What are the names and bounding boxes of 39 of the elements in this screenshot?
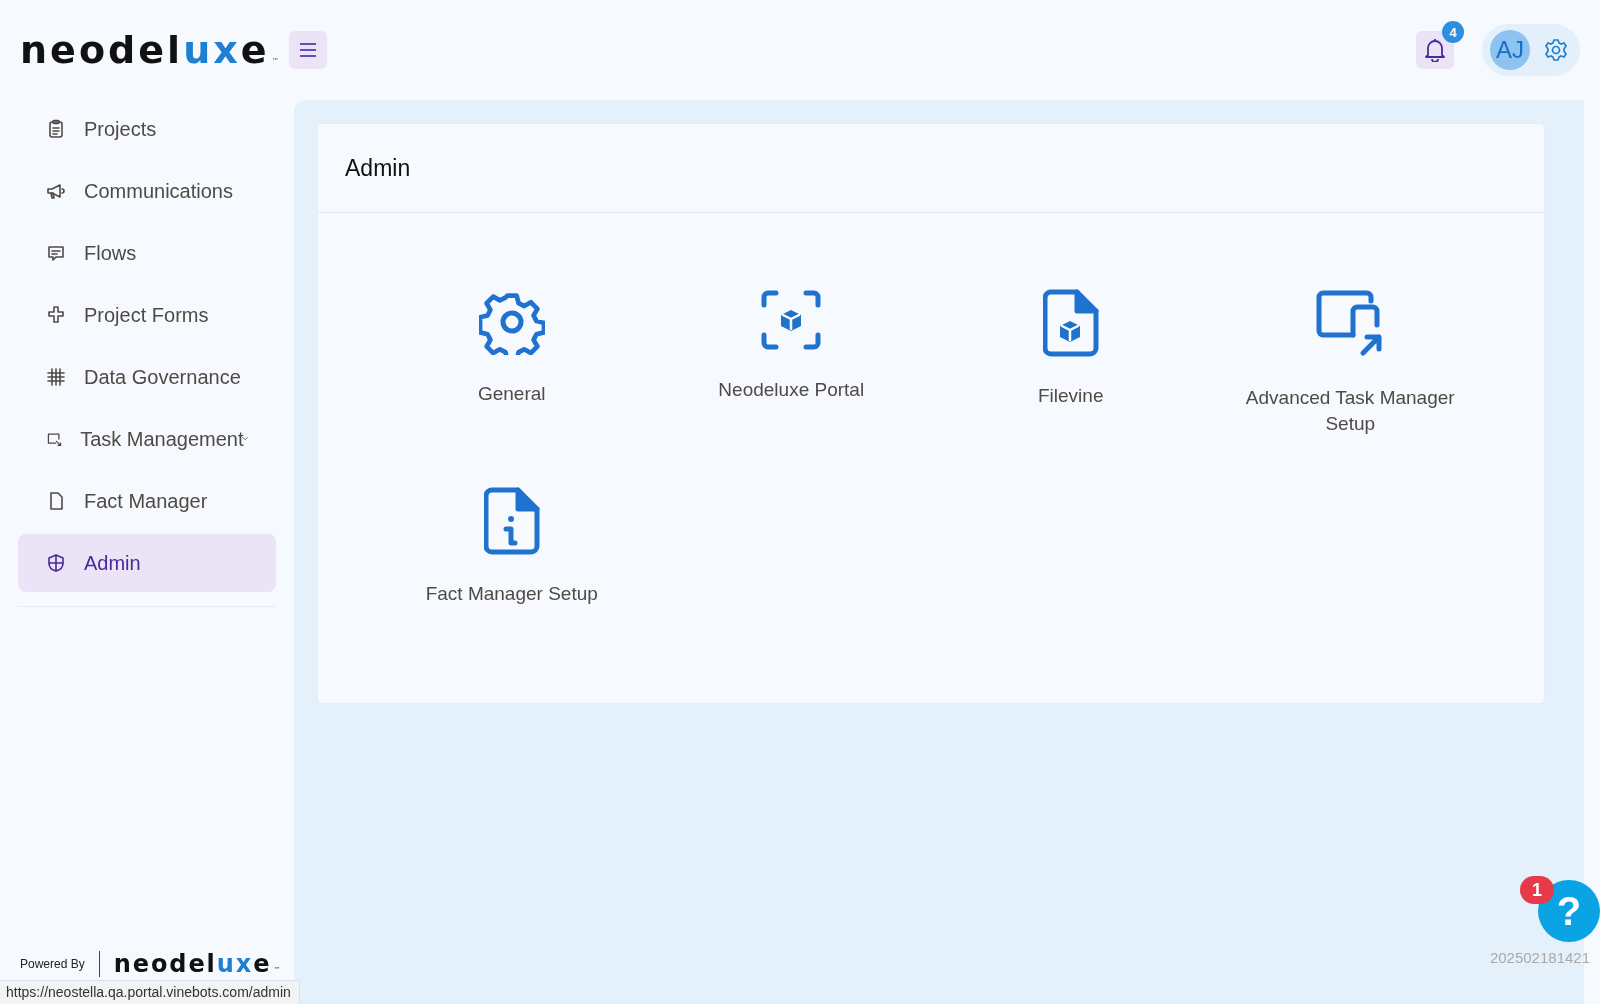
sidebar-label: Admin [84,551,141,575]
powered-by-text: Powered By [20,957,85,971]
page-title: Admin [345,154,411,182]
puzzle-icon [46,305,66,325]
cube-file-icon [1042,289,1099,357]
sidebar-item[interactable]: Task Management [18,410,276,468]
sidebar-label: Fact Manager [84,489,208,513]
admin-tile[interactable]: Filevine [931,289,1211,437]
menu-button[interactable] [288,31,327,69]
megaphone-icon [46,181,66,201]
sidebar-label: Flows [84,241,137,265]
info-file-icon [483,487,540,555]
admin-tile[interactable]: General [372,289,652,437]
notification-count: 4 [1442,21,1464,43]
clipboard-icon [46,119,66,139]
bell-icon [1424,38,1446,62]
admin-tile[interactable]: Advanced Task Manager Setup [1210,289,1490,437]
cube-scan-icon [760,289,823,351]
admin-tile[interactable]: Fact Manager Setup [372,487,652,607]
shield-icon [46,553,66,573]
status-url: https://neostella.qa.portal.vinebots.com/admin [0,980,300,1004]
sidebar-item[interactable]: Project Forms [18,286,276,344]
menu-icon [298,43,317,57]
sidebar-label: Projects [84,117,157,141]
sidebar-item[interactable]: Communications [18,162,276,220]
sidebar-label: Communications [84,179,233,203]
message-icon [46,243,66,263]
admin-tile[interactable]: Neodeluxe Portal [651,289,931,437]
sidebar-item[interactable]: Fact Manager [18,472,276,530]
sidebar-item[interactable]: Admin [18,534,276,592]
build-number: 202502181421 [1489,949,1590,966]
sidebar-label: Project Forms [84,303,209,327]
sidebar-item[interactable]: Projects [18,100,276,158]
sidebar-item[interactable]: Flows [18,224,276,282]
grid-icon [46,367,66,387]
settings-icon[interactable] [1544,38,1568,62]
sidebar-label: Task Management [80,427,244,451]
sidebar-label: Data Governance [84,365,241,389]
sidebar-item[interactable]: Data Governance [18,348,276,406]
